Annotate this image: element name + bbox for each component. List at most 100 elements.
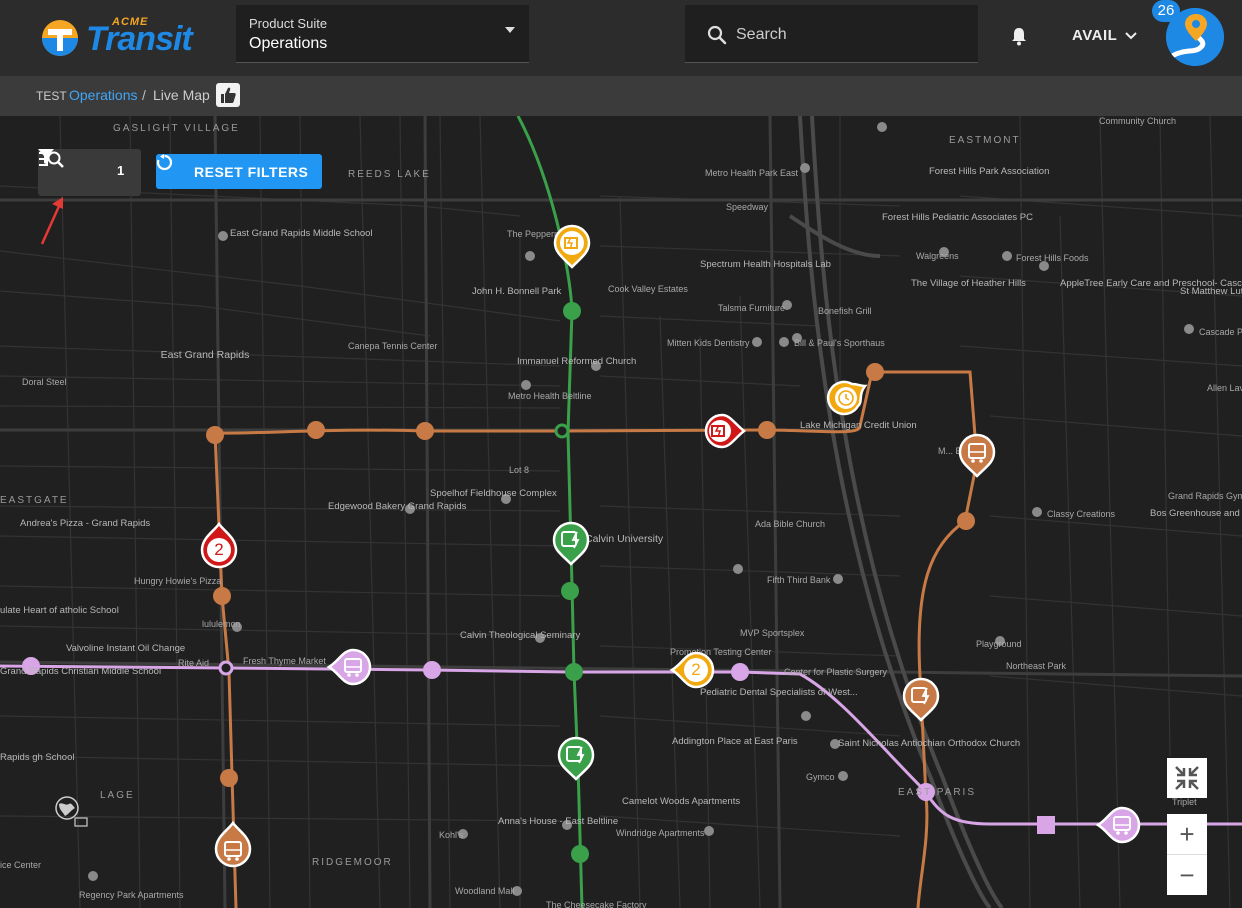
map-label-poi: Ada Bible Church <box>755 519 826 529</box>
map-label-poi: Fifth Third Bank <box>767 575 831 585</box>
search-icon <box>707 25 727 45</box>
search-input[interactable]: Search <box>736 26 787 44</box>
map-label-poi: Canepa Tennis Center <box>348 341 438 351</box>
map-label-ridgemoor: RIDGEMOOR <box>312 857 393 868</box>
red-arrow-annotation <box>40 197 63 245</box>
map-label-poi: Gymco <box>806 772 835 782</box>
map-label-poi: St Matthew Lutheran Ch <box>1180 286 1242 297</box>
fullscreen-exit-button[interactable] <box>1167 758 1207 798</box>
map-label-poi: Calvin Theological Seminary <box>460 630 581 641</box>
logo-transit-text: Transit <box>86 20 193 58</box>
top-bar: ACME Transit Product Suite Operations Se… <box>0 0 1242 76</box>
filter-icon[interactable] <box>38 149 54 166</box>
map-label-poi: The Cheesecake Factory <box>546 900 647 908</box>
map-label-poi: AppleTree Early Care and Preschool- Casc… <box>1060 278 1242 289</box>
feedback-thumbs-icon[interactable] <box>216 83 240 107</box>
map-label-east-paris: EAST PARIS <box>898 787 976 798</box>
product-suite-value: Operations <box>249 35 328 52</box>
map-label-poi: Center for Plastic Surgery <box>784 667 888 677</box>
map-label-poi: Pediatric Dental Specialists of West... <box>700 687 858 698</box>
breadcrumb: TEST Operations / Live Map <box>0 76 1242 116</box>
map-label-poi: ulate Heart of atholic School <box>0 605 119 616</box>
map-label-poi: Cook Valley Estates <box>608 284 688 294</box>
map-label-poi: East Grand Rapids Middle School <box>230 228 373 239</box>
map-label-poi: Speedway <box>726 202 769 212</box>
chevron-down-icon[interactable] <box>1124 29 1138 43</box>
reset-icon <box>156 154 173 171</box>
map-label-poi: Spectrum Health Hospitals Lab <box>700 259 831 270</box>
map-label-poi: Valvoline Instant Oil Change <box>66 643 186 654</box>
caret-down-icon <box>505 27 515 33</box>
transit-logo-icon <box>42 20 78 56</box>
map-label-poi: Bonefish Grill <box>818 306 872 316</box>
map-label-poi: Walgreens <box>916 251 959 261</box>
map-label-poi: Edgewood Bakery Grand Rapids <box>328 501 467 512</box>
map-label-poi: Forest Hills Park Association <box>929 166 1050 177</box>
map-label-poi: Andrea's Pizza - Grand Rapids <box>20 518 151 529</box>
product-suite-label: Product Suite <box>249 16 328 31</box>
reset-filters-button[interactable]: RESET FILTERS <box>156 154 322 189</box>
map-label-poi: MVP Sportsplex <box>740 628 805 638</box>
map-label-poi: Community Church <box>1099 116 1177 126</box>
map-label-poi: Regency Park Apartments <box>79 890 184 900</box>
map-label-eastgate: EASTGATE <box>0 495 69 506</box>
map-label-poi: Camelot Woods Apartments <box>622 796 741 807</box>
map-label-poi: Hungry Howie's Pizza <box>134 576 222 586</box>
map-label-poi: Woodland Mall <box>455 886 515 896</box>
map-label-poi: Addington Place at East Paris <box>672 736 798 747</box>
map-label-poi: Allen Lav <box>1207 383 1242 393</box>
map-label-poi: Metro Health Park East <box>705 168 799 178</box>
map-label-egr: East Grand Rapids <box>160 349 250 361</box>
map-label-poi: Grand Rapids Gymn <box>1168 491 1242 501</box>
map-label-gaslight: GASLIGHT VILLAGE <box>113 123 240 134</box>
map-label-eastmont: EASTMONT <box>949 135 1021 146</box>
map-label-poi: Northeast Park <box>1006 661 1067 671</box>
map-label-poi: Grand Rapids Christian Middle School <box>0 666 162 677</box>
map-label-poi: Bill & Paul's Sporthaus <box>794 338 885 348</box>
reset-filters-label: RESET FILTERS <box>194 164 309 180</box>
map-label-poi: Playground <box>976 639 1022 649</box>
map-label-poi: Fresh Thyme Market <box>243 656 326 666</box>
map-label-poi: Forest Hills Foods <box>1016 253 1089 263</box>
map-label-poi: ice Center <box>0 860 42 870</box>
map-label-poi: Lake Michigan Credit Union <box>800 420 917 431</box>
map-label-poi: Doral Steel <box>22 377 67 387</box>
breadcrumb-current: Live Map <box>153 87 210 103</box>
map-label-poi: Talsma Furniture <box>718 303 786 313</box>
map-label-poi: lululemon <box>202 619 241 629</box>
map-label-poi: The Peppermill Co <box>507 229 582 239</box>
environment-label: TEST <box>36 89 67 103</box>
map-label-poi: Cascade Pe <box>1199 327 1242 337</box>
map-label-poi: Rite Aid <box>178 658 210 668</box>
map-label-reeds-lake: REEDS LAKE <box>348 169 431 180</box>
map-label-village: LAGE <box>100 790 135 801</box>
map-label-poi: Bos Greenhouse and Farms <box>1150 508 1242 519</box>
bell-icon[interactable] <box>1008 25 1030 47</box>
map-label-poi: Spoelhof Fieldhouse Complex <box>430 488 557 499</box>
product-suite-select[interactable]: Product Suite Operations <box>236 5 529 63</box>
alert-cluster-count: 2 <box>214 540 224 559</box>
map-label-poi: Anna's House - East Beltline <box>498 816 619 827</box>
map-label-poi: Kohl's <box>439 830 464 840</box>
filter-count: 1 <box>117 163 125 178</box>
map-label-poi: Metro Health Beltline <box>508 391 592 401</box>
map-label-poi: Lot 8 <box>509 465 530 475</box>
map-label-poi: Saint Nicholas Antiochian Orthodox Churc… <box>838 738 1021 749</box>
map-label-poi: The Village of Heather Hills <box>911 278 1026 289</box>
zoom-in-button[interactable]: + <box>1167 814 1207 854</box>
map-search-filter-control: 1 <box>38 149 141 196</box>
warning-cluster-count: 2 <box>691 660 701 679</box>
search-box[interactable]: Search <box>685 5 978 63</box>
map-label-poi: John H. Bonnell Park <box>472 286 562 297</box>
map-label-poi: Promotion Testing Center <box>670 647 772 657</box>
live-map[interactable]: GASLIGHT VILLAGE REEDS LAKE EASTMONT EAS… <box>0 116 1242 908</box>
map-zoom-controls: + − <box>1167 758 1207 895</box>
breadcrumb-separator: / <box>142 87 146 103</box>
user-menu-label[interactable]: AVAIL <box>1072 27 1117 44</box>
breadcrumb-operations-link[interactable]: Operations <box>69 87 137 103</box>
collapse-icon <box>1175 766 1199 790</box>
map-label-poi: M... Elem <box>938 446 977 456</box>
map-label-poi: Windridge Apartments <box>616 828 705 838</box>
zoom-out-button[interactable]: − <box>1167 854 1207 895</box>
map-label-poi: Mitten Kids Dentistry <box>667 338 750 348</box>
